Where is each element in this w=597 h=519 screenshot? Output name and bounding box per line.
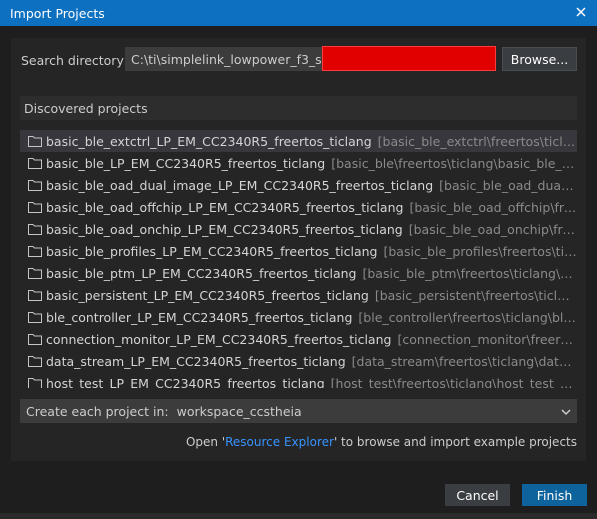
cancel-button[interactable]: Cancel [445,484,510,506]
project-name: basic_ble_LP_EM_CC2340R5_freertos_ticlan… [46,155,326,171]
project-path: [basic_ble_oad_dual_imag... [439,177,577,193]
redaction-box [322,46,496,71]
chevron-down-icon [561,405,571,420]
note-suffix: ' to browse and import example projects [333,435,577,449]
folder-icon [28,179,42,191]
project-name: basic_ble_extctrl_LP_EM_CC2340R5_freerto… [46,133,372,149]
close-icon[interactable] [573,4,589,20]
folder-icon [28,289,42,301]
project-item[interactable]: basic_persistent_LP_EM_CC2340R5_freertos… [20,284,577,306]
project-name: basic_ble_oad_offchip_LP_EM_CC2340R5_fre… [46,199,404,215]
project-name: connection_monitor_LP_EM_CC2340R5_freert… [46,331,392,347]
import-panel: Search directory C:\ti\simplelink_lowpow… [11,38,586,461]
create-project-location-select[interactable]: Create each project in: workspace_ccsthe… [20,399,577,423]
project-path: [basic_ble_extctrl\freertos\ticlang\ba..… [377,133,577,149]
project-path: [basic_ble_oad_onchip\freertos\... [408,221,577,237]
project-item[interactable]: basic_ble_oad_offchip_LP_EM_CC2340R5_fre… [20,196,577,218]
search-directory-label: Search directory [21,53,124,68]
finish-button[interactable]: Finish [522,484,587,506]
project-path: [host_test\freertos\ticlang\host_test_LP… [330,375,577,389]
project-item[interactable]: basic_ble_oad_onchip_LP_EM_CC2340R5_free… [20,218,577,240]
resource-explorer-link[interactable]: Resource Explorer [225,435,334,449]
project-item[interactable]: basic_ble_oad_dual_image_LP_EM_CC2340R5_… [20,174,577,196]
folder-icon [28,267,42,279]
project-list[interactable]: basic_ble_extctrl_LP_EM_CC2340R5_freerto… [20,130,577,388]
folder-icon [28,333,42,345]
project-item[interactable]: basic_ble_extctrl_LP_EM_CC2340R5_freerto… [20,130,577,152]
bottom-strip [0,513,597,519]
create-location-value: workspace_ccstheia [176,403,302,419]
project-path: [basic_persistent\freertos\ticlang\bas..… [374,287,577,303]
project-item[interactable]: connection_monitor_LP_EM_CC2340R5_freert… [20,328,577,350]
folder-icon [28,355,42,367]
project-item[interactable]: basic_ble_ptm_LP_EM_CC2340R5_freertos_ti… [20,262,577,284]
project-name: host_test_LP_EM_CC2340R5_freertos_ticlan… [46,375,325,389]
discovered-projects-header: Discovered projects [20,96,577,120]
project-item[interactable]: basic_ble_LP_EM_CC2340R5_freertos_ticlan… [20,152,577,174]
project-name: basic_ble_oad_onchip_LP_EM_CC2340R5_free… [46,221,403,237]
project-name: basic_ble_profiles_LP_EM_CC2340R5_freert… [46,243,378,259]
project-path: [connection_monitor\freertos\tic... [397,331,577,347]
folder-icon [28,135,42,147]
project-item[interactable]: ble_controller_LP_EM_CC2340R5_freertos_t… [20,306,577,328]
project-item[interactable]: host_test_LP_EM_CC2340R5_freertos_ticlan… [20,372,577,388]
project-path: [basic_ble_oad_offchip\freertos\... [409,199,577,215]
project-name: ble_controller_LP_EM_CC2340R5_freertos_t… [46,309,353,325]
dialog-title: Import Projects [10,5,105,21]
project-path: [basic_ble_profiles\freertos\ticlang\... [383,243,577,259]
folder-icon [28,201,42,213]
project-path: [basic_ble\freertos\ticlang\basic_ble_LP… [331,155,577,171]
resource-explorer-note: Open 'Resource Explorer' to browse and i… [186,435,577,449]
project-path: [ble_controller\freertos\ticlang\ble_con… [358,309,577,325]
folder-icon [28,223,42,235]
project-item[interactable]: basic_ble_profiles_LP_EM_CC2340R5_freert… [20,240,577,262]
create-location-label: Create each project in: [26,403,169,419]
project-path: [basic_ble_ptm\freertos\ticlang\basic_..… [362,265,578,281]
project-path: [data_stream\freertos\ticlang\data_strea… [351,353,577,369]
project-name: data_stream_LP_EM_CC2340R5_freertos_ticl… [46,353,346,369]
browse-button[interactable]: Browse... [502,47,577,71]
project-item[interactable]: data_stream_LP_EM_CC2340R5_freertos_ticl… [20,350,577,372]
project-name: basic_ble_ptm_LP_EM_CC2340R5_freertos_ti… [46,265,357,281]
note-prefix: Open ' [185,435,226,449]
dialog-titlebar: Import Projects [0,0,597,26]
folder-icon [28,245,42,257]
project-name: basic_persistent_LP_EM_CC2340R5_freertos… [46,287,369,303]
folder-icon [28,311,42,323]
project-name: basic_ble_oad_dual_image_LP_EM_CC2340R5_… [46,177,434,193]
folder-icon [28,157,42,169]
folder-icon [28,377,42,388]
